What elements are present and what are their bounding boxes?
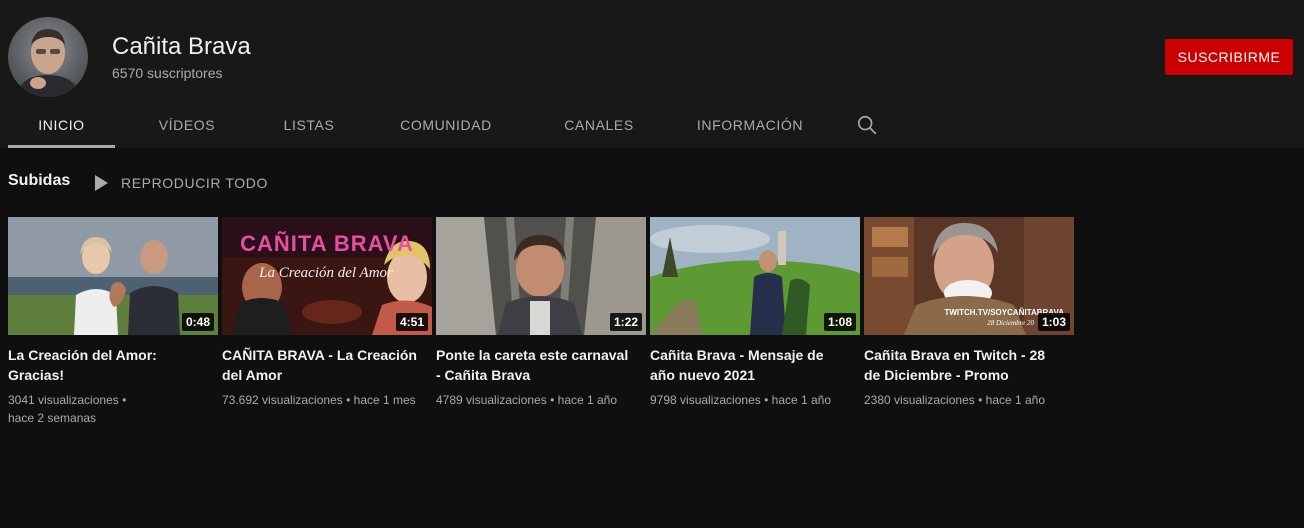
video-meta: 3041 visualizaciones • hace 2 semanas <box>8 391 208 427</box>
video-duration: 1:03 <box>1037 313 1070 331</box>
channel-search-button[interactable] <box>835 102 899 148</box>
subscribe-button[interactable]: SUSCRIBIRME <box>1165 39 1293 75</box>
video-thumbnail[interactable]: 1:22 <box>436 217 646 335</box>
video-card[interactable]: 1:22 Ponte la careta este carnaval - Cañ… <box>436 217 646 427</box>
section-title: Subidas <box>8 172 71 189</box>
video-thumbnail[interactable]: TWITCH.TV/SOYCAÑITABRAVA 28 Diciembre 20… <box>864 217 1074 335</box>
view-count: 73.692 visualizaciones <box>222 393 343 407</box>
upload-age: hace 1 año <box>557 393 618 407</box>
search-icon <box>857 115 877 135</box>
upload-age: hace 2 semanas <box>8 411 97 425</box>
overlay-subtitle: La Creación del Amor <box>258 265 393 281</box>
video-thumbnail[interactable]: CAÑITA BRAVA La Creación del Amor 4:51 <box>222 217 432 335</box>
subscriber-count: 6570 suscriptores <box>112 65 223 81</box>
video-duration: 1:08 <box>823 313 856 331</box>
video-title[interactable]: CAÑITA BRAVA - La Creación del Amor <box>222 345 422 385</box>
upload-age: hace 1 mes <box>353 393 416 407</box>
video-meta: 2380 visualizaciones • hace 1 año <box>864 391 1064 409</box>
meta-separator: • <box>122 393 127 407</box>
channel-header: Cañita Brava 6570 suscriptores SUSCRIBIR… <box>0 0 1304 148</box>
video-duration: 0:48 <box>181 313 214 331</box>
video-meta: 4789 visualizaciones • hace 1 año <box>436 391 636 409</box>
video-thumbnail[interactable]: 0:48 <box>8 217 218 335</box>
video-duration: 4:51 <box>395 313 428 331</box>
meta-separator: • <box>550 393 555 407</box>
upload-age: hace 1 año <box>771 393 832 407</box>
overlay-title: CAÑITA BRAVA <box>240 231 414 256</box>
meta-separator: • <box>346 393 351 407</box>
play-all-label: REPRODUCIR TODO <box>121 175 268 191</box>
channel-avatar[interactable] <box>8 17 88 97</box>
tab-informacion[interactable]: INFORMACIÓN <box>665 102 835 148</box>
play-icon <box>95 175 108 191</box>
view-count: 3041 visualizaciones <box>8 393 119 407</box>
tab-comunidad[interactable]: COMUNIDAD <box>359 102 533 148</box>
tab-videos[interactable]: VÍDEOS <box>115 102 259 148</box>
tab-canales[interactable]: CANALES <box>533 102 665 148</box>
video-duration: 1:22 <box>609 313 642 331</box>
video-card[interactable]: CAÑITA BRAVA La Creación del Amor 4:51 C… <box>222 217 432 427</box>
tab-listas[interactable]: LISTAS <box>259 102 359 148</box>
meta-separator: • <box>978 393 983 407</box>
channel-tabs: INICIO VÍDEOS LISTAS COMUNIDAD CANALES I… <box>8 102 899 148</box>
play-all-button[interactable]: REPRODUCIR TODO <box>94 172 268 194</box>
video-title[interactable]: Cañita Brava - Mensaje de año nuevo 2021 <box>650 345 850 385</box>
video-card[interactable]: TWITCH.TV/SOYCAÑITABRAVA 28 Diciembre 20… <box>864 217 1074 427</box>
view-count: 2380 visualizaciones <box>864 393 975 407</box>
uploads-grid: 0:48 La Creación del Amor: Gracias! 3041… <box>8 217 1078 427</box>
video-meta: 73.692 visualizaciones • hace 1 mes <box>222 391 422 409</box>
overlay-date: 28 Diciembre 20 <box>987 319 1034 327</box>
view-count: 9798 visualizaciones <box>650 393 761 407</box>
video-card[interactable]: 1:08 Cañita Brava - Mensaje de año nuevo… <box>650 217 860 427</box>
video-title[interactable]: Cañita Brava en Twitch - 28 de Diciembre… <box>864 345 1064 385</box>
video-card[interactable]: 0:48 La Creación del Amor: Gracias! 3041… <box>8 217 218 427</box>
view-count: 4789 visualizaciones <box>436 393 547 407</box>
meta-separator: • <box>764 393 769 407</box>
video-meta: 9798 visualizaciones • hace 1 año <box>650 391 850 409</box>
video-thumbnail[interactable]: 1:08 <box>650 217 860 335</box>
channel-name: Cañita Brava <box>112 33 251 60</box>
upload-age: hace 1 año <box>985 393 1046 407</box>
video-title[interactable]: La Creación del Amor: Gracias! <box>8 345 208 385</box>
video-title[interactable]: Ponte la careta este carnaval - Cañita B… <box>436 345 636 385</box>
tab-inicio[interactable]: INICIO <box>8 102 115 148</box>
